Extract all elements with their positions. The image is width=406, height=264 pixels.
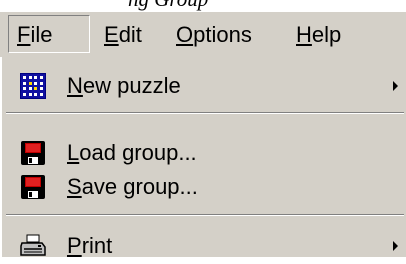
menu-item-new-puzzle-label: New puzzle [67, 73, 181, 98]
floppy-disk-icon [20, 140, 46, 166]
menu-separator [6, 214, 404, 216]
menu-item-save-group[interactable]: Save group... [2, 170, 406, 204]
menu-edit-mnemonic: E [104, 22, 119, 47]
menu-options-mnemonic: O [176, 22, 194, 47]
menu-bar: File Edit Options Help [0, 12, 406, 57]
puzzle-grid-icon [20, 73, 46, 99]
menu-options[interactable]: Options [176, 12, 252, 57]
menu-edit-label: dit [118, 22, 142, 47]
floppy-disk-icon [20, 174, 46, 200]
menu-file[interactable]: File [8, 15, 90, 53]
file-menu-dropdown: New puzzle Load group... Save group... P… [0, 57, 406, 258]
menu-help-label: elp [311, 22, 342, 47]
menu-help-mnemonic: H [296, 22, 312, 47]
menu-file-label: ile [30, 22, 53, 47]
window-caption: ng Group [0, 0, 406, 12]
menu-separator [6, 112, 404, 114]
submenu-arrow-icon [393, 241, 398, 251]
menu-item-new-puzzle[interactable]: New puzzle [2, 69, 406, 103]
menu-item-print-label: Print [67, 233, 113, 258]
menu-item-print[interactable]: Print [2, 229, 406, 263]
submenu-arrow-icon [393, 81, 398, 91]
menu-edit[interactable]: Edit [104, 12, 142, 57]
menu-item-load-group[interactable]: Load group... [2, 136, 406, 170]
menu-file-mnemonic: F [17, 22, 31, 47]
menu-help[interactable]: Help [296, 12, 341, 57]
menu-item-save-group-label: Save group... [67, 174, 198, 199]
menu-item-load-group-label: Load group... [67, 140, 197, 165]
menu-options-label: ptions [193, 22, 252, 47]
caption-text: ng Group [128, 0, 208, 12]
printer-icon [20, 233, 46, 259]
